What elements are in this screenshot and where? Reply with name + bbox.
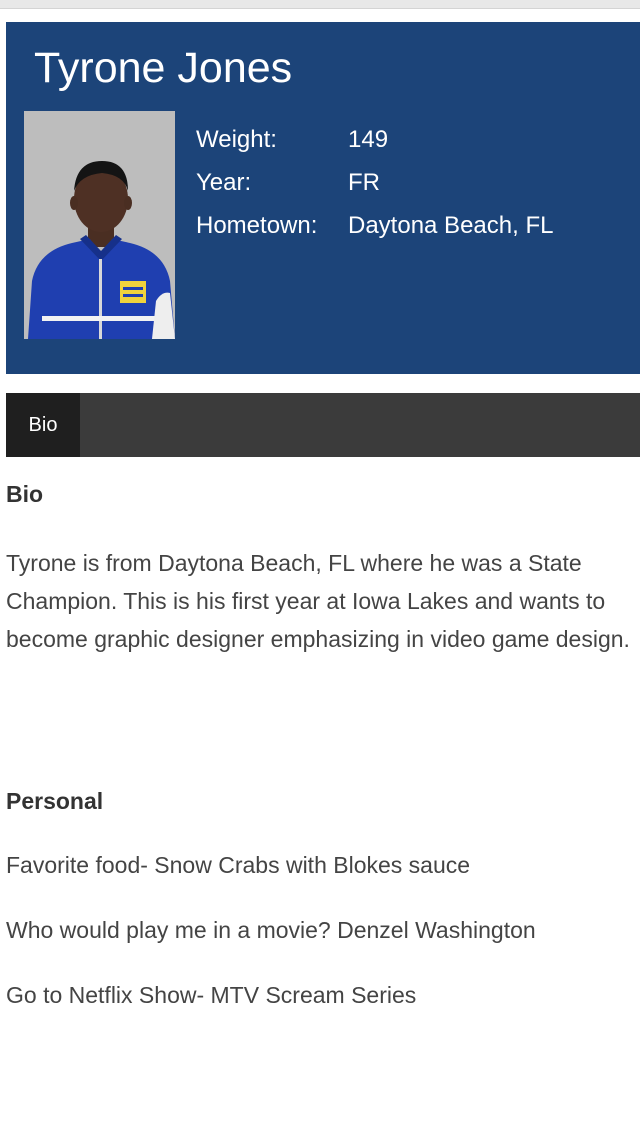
browser-top-bar — [0, 0, 640, 9]
detail-row-hometown: Hometown: Daytona Beach, FL — [196, 204, 553, 247]
personal-item-favorite-food: Favorite food- Snow Crabs with Blokes sa… — [6, 852, 471, 878]
player-name: Tyrone Jones — [34, 44, 293, 92]
player-photo — [24, 111, 175, 339]
personal-heading: Personal — [6, 788, 104, 814]
bio-heading: Bio — [6, 481, 44, 507]
hometown-value: Daytona Beach, FL — [348, 211, 554, 239]
detail-row-year: Year: FR — [196, 161, 553, 204]
weight-label: Weight: — [196, 125, 277, 153]
personal-item-netflix: Go to Netflix Show- MTV Scream Series — [6, 982, 417, 1008]
year-value: FR — [348, 168, 380, 196]
tab-bio[interactable]: Bio — [6, 393, 80, 457]
detail-row-weight: Weight: 149 — [196, 118, 553, 161]
player-header: Tyrone Jones Weight: 149 Year: FR Hometo… — [6, 22, 640, 374]
hometown-label: Hometown: — [196, 211, 318, 239]
tab-bar: Bio — [6, 393, 640, 457]
year-label: Year: — [196, 168, 252, 196]
bio-content: Bio Tyrone is from Daytona Beach, FL whe… — [6, 478, 640, 1008]
bio-text: Tyrone is from Daytona Beach, FL where h… — [6, 550, 630, 652]
personal-item-movie: Who would play me in a movie? Denzel Was… — [6, 917, 536, 943]
player-details: Weight: 149 Year: FR Hometown: Daytona B… — [196, 118, 553, 247]
weight-value: 149 — [348, 125, 389, 153]
